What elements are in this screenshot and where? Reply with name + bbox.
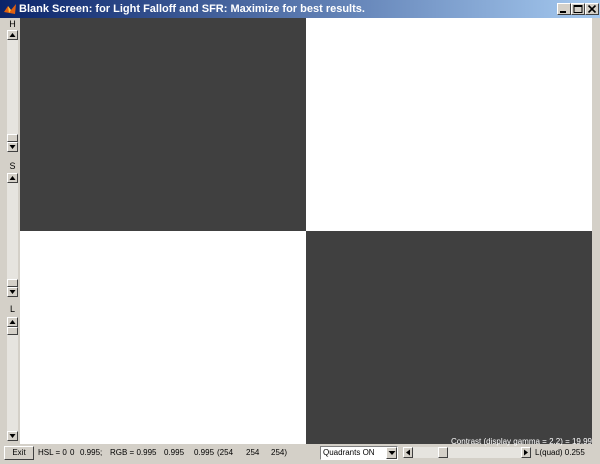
rgb-byte-b: 254)	[271, 448, 288, 457]
matlab-app-icon	[4, 4, 16, 14]
minimize-icon	[560, 11, 566, 13]
hsl-l-value: 0.995;	[80, 448, 103, 457]
chevron-down-icon	[388, 451, 396, 455]
s-slider-up-button[interactable]	[7, 173, 18, 183]
rgb-g-value: 0.995	[164, 448, 185, 457]
maximize-icon	[573, 5, 583, 13]
h-slider[interactable]	[7, 30, 18, 152]
quadrants-dropdown-value: Quadrants ON	[323, 448, 375, 457]
hsl-readout: HSL = 0	[38, 448, 67, 457]
title-bar: Blank Screen: for Light Falloff and SFR:…	[0, 0, 600, 18]
lquad-slider-right-button[interactable]	[521, 447, 531, 458]
lquad-slider[interactable]	[403, 447, 531, 458]
quadrant-top-left	[20, 18, 306, 231]
l-slider-down-button[interactable]	[7, 431, 18, 441]
rgb-byte-g: 254	[246, 448, 260, 457]
rgb-byte-r: (254	[217, 448, 234, 457]
close-icon	[587, 5, 597, 13]
quadrant-canvas	[20, 18, 592, 444]
exit-button[interactable]: Exit	[4, 446, 34, 460]
l-slider-thumb[interactable]	[7, 327, 18, 335]
h-slider-label: H	[9, 19, 16, 29]
s-slider-down-button[interactable]	[7, 287, 18, 297]
h-slider-up-button[interactable]	[7, 30, 18, 40]
lquad-slider-thumb[interactable]	[438, 447, 448, 458]
quadrants-dropdown[interactable]: Quadrants ON	[320, 446, 398, 460]
rgb-readout: RGB = 0.995	[110, 448, 157, 457]
l-slider-label: L	[9, 304, 15, 314]
arrow-down-icon	[9, 290, 16, 294]
arrow-up-icon	[9, 33, 16, 37]
h-slider-thumb[interactable]	[7, 134, 18, 142]
quadrant-top-right	[306, 18, 592, 231]
lquad-readout: L(quad) 0.255	[535, 448, 585, 457]
rgb-b-value: 0.995	[194, 448, 215, 457]
lquad-slider-left-button[interactable]	[403, 447, 413, 458]
arrow-down-icon	[9, 434, 16, 438]
arrow-up-icon	[9, 320, 16, 324]
arrow-left-icon	[406, 449, 410, 456]
s-slider[interactable]	[7, 173, 18, 297]
l-slider-up-button[interactable]	[7, 317, 18, 327]
dropdown-button[interactable]	[386, 447, 397, 459]
s-slider-label: S	[9, 161, 16, 171]
quadrant-bottom-left	[20, 231, 306, 444]
hsl-s-value: 0	[70, 448, 75, 457]
contrast-readout: Contrast (display gamma = 2.2) = 19.99	[451, 437, 592, 446]
s-slider-thumb[interactable]	[7, 279, 18, 287]
quadrant-bottom-right	[306, 231, 592, 444]
arrow-right-icon	[524, 449, 528, 456]
h-slider-down-button[interactable]	[7, 142, 18, 152]
arrow-up-icon	[9, 176, 16, 180]
maximize-button[interactable]	[571, 3, 585, 15]
minimize-button[interactable]	[557, 3, 571, 15]
l-slider[interactable]	[7, 317, 18, 441]
close-button[interactable]	[585, 3, 599, 15]
arrow-down-icon	[9, 145, 16, 149]
window-title: Blank Screen: for Light Falloff and SFR:…	[19, 3, 365, 15]
